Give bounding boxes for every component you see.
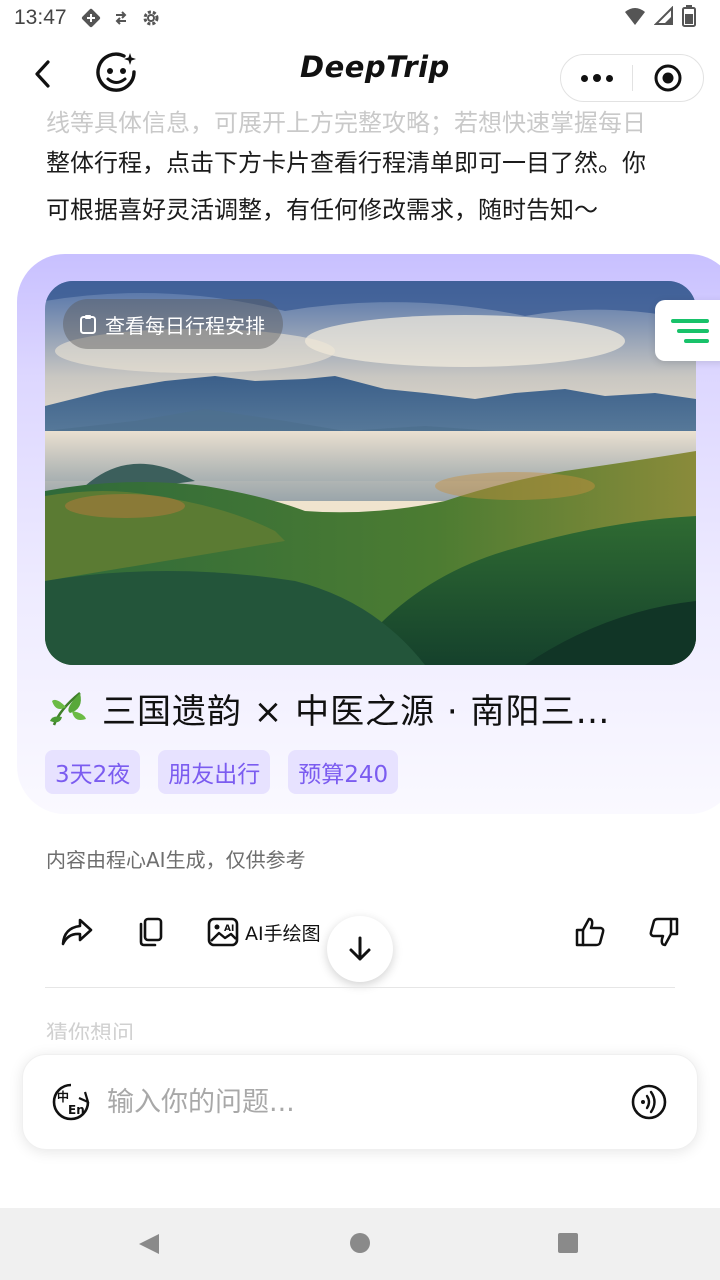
circle-home-icon — [350, 1233, 370, 1253]
scroll-to-bottom-button[interactable] — [327, 916, 393, 982]
like-button[interactable] — [570, 912, 610, 952]
question-input[interactable] — [107, 1086, 629, 1118]
ai-drawing-button[interactable]: AI AI手绘图 — [207, 912, 321, 952]
arrow-down-icon — [349, 936, 371, 961]
system-nav-bar — [0, 1208, 720, 1280]
voice-icon[interactable] — [629, 1082, 669, 1122]
list-lines-icon — [671, 318, 709, 343]
share-icon — [61, 918, 93, 946]
svg-text:中: 中 — [57, 1089, 69, 1104]
miniprogram-capsule — [560, 54, 704, 102]
image-ai-icon: AI — [207, 917, 239, 947]
section-divider — [45, 987, 675, 988]
dislike-button[interactable] — [644, 912, 684, 952]
clipboard-icon — [80, 315, 96, 334]
daily-itinerary-label: 查看每日行程安排 — [105, 313, 265, 338]
trip-tags: 3天2夜 朋友出行 预算240 — [45, 750, 399, 794]
system-recents-button[interactable] — [557, 1232, 579, 1258]
back-button[interactable] — [26, 56, 58, 92]
daily-itinerary-button[interactable]: 查看每日行程安排 — [63, 299, 283, 349]
battery-icon — [682, 4, 696, 32]
chat-input-bar: 中 En — [22, 1054, 698, 1150]
more-dots-icon — [580, 74, 588, 82]
copy-button[interactable] — [130, 912, 170, 952]
share-button[interactable] — [57, 912, 97, 952]
signal-icon — [653, 5, 674, 31]
thumbs-down-icon — [649, 917, 679, 947]
top-nav: DeepTrip — [0, 44, 720, 104]
triangle-back-icon — [139, 1234, 159, 1254]
language-icon[interactable]: 中 En — [51, 1082, 91, 1122]
notification-icon — [81, 8, 101, 28]
wifi-icon — [624, 6, 646, 31]
square-recents-icon — [558, 1233, 578, 1253]
message-line: 整体行程，点击下方卡片查看行程清单即可一目了然。你 — [46, 149, 646, 177]
close-miniprogram-button[interactable] — [633, 55, 703, 101]
leaf-icon — [50, 691, 86, 725]
svg-text:En: En — [68, 1103, 85, 1117]
more-button[interactable] — [561, 55, 632, 101]
status-bar: 13:47 — [0, 0, 720, 36]
svg-text:AI: AI — [224, 924, 234, 934]
ai-disclaimer: 内容由程心AI生成，仅供参考 — [46, 848, 306, 872]
ai-drawing-label: AI手绘图 — [245, 922, 321, 945]
itinerary-list-toggle[interactable] — [655, 300, 720, 361]
tag-duration: 3天2夜 — [45, 750, 141, 794]
trip-title[interactable]: 三国遗韵 × 中医之源 · 南阳三… — [46, 684, 666, 733]
settings-icon — [141, 8, 161, 28]
system-home-button[interactable] — [349, 1232, 371, 1258]
back-arrow-icon — [35, 60, 50, 88]
message-line: 可根据喜好灵活调整，有任何修改需求，随时告知～ — [46, 196, 598, 224]
copy-icon — [139, 917, 163, 947]
status-time: 13:47 — [14, 6, 67, 29]
ai-face-icon[interactable] — [94, 50, 140, 96]
tag-budget: 预算240 — [288, 750, 399, 794]
tag-companion: 朋友出行 — [158, 750, 271, 794]
app-brand: DeepTrip — [300, 50, 450, 84]
thumbs-up-icon — [575, 917, 605, 947]
target-icon — [654, 64, 682, 92]
message-faded-line: 线等具体信息，可展开上方完整攻略；若想快速掌握每日 — [46, 109, 646, 137]
assistant-message: 线等具体信息，可展开上方完整攻略；若想快速掌握每日 整体行程，点击下方卡片查看行… — [46, 104, 686, 234]
system-back-button[interactable] — [137, 1232, 161, 1260]
suggested-questions-heading: 猜你想问 — [46, 1022, 135, 1040]
data-saver-icon — [113, 10, 129, 26]
trip-title-text: 三国遗韵 × 中医之源 · 南阳三… — [102, 692, 611, 732]
